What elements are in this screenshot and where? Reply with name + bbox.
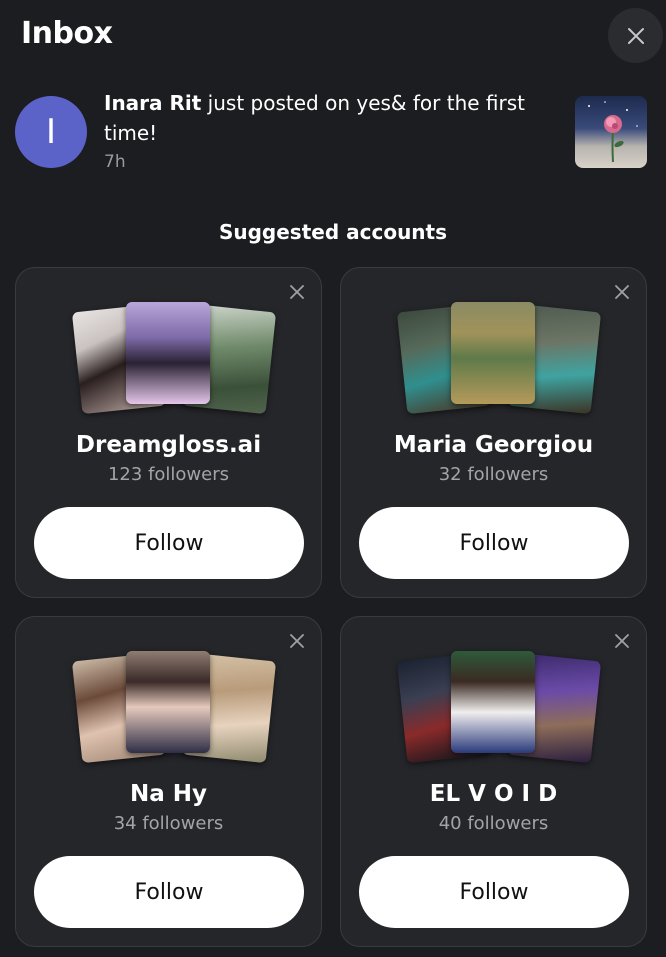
follow-button[interactable]: Follow — [34, 507, 304, 579]
account-name: EL V O I D — [429, 781, 558, 807]
account-card: EL V O I D 40 followers Follow — [340, 616, 647, 947]
dismiss-button[interactable] — [287, 631, 307, 651]
account-card: Na Hy 34 followers Follow — [15, 616, 322, 947]
notification-text: Inara Rit just posted on yes& for the fi… — [104, 88, 564, 148]
post-thumbnail[interactable] — [575, 96, 647, 168]
account-card: Dreamgloss.ai 123 followers Follow — [15, 267, 322, 598]
dismiss-button[interactable] — [287, 282, 307, 302]
notification-item[interactable]: I Inara Rit just posted on yes& for the … — [15, 88, 651, 178]
preview-images — [71, 651, 277, 764]
close-icon — [627, 27, 644, 44]
close-icon — [615, 634, 629, 648]
preview-images — [396, 651, 602, 764]
preview-image — [451, 302, 535, 404]
dismiss-button[interactable] — [612, 631, 632, 651]
follower-count: 32 followers — [438, 464, 549, 485]
close-icon — [290, 285, 304, 299]
section-title: Suggested accounts — [218, 220, 448, 244]
dismiss-button[interactable] — [612, 282, 632, 302]
account-name: Maria Georgiou — [393, 432, 594, 458]
follow-button[interactable]: Follow — [359, 507, 629, 579]
preview-image — [126, 302, 210, 404]
preview-image — [126, 651, 210, 753]
follower-count: 34 followers — [113, 813, 224, 834]
page-title: Inbox — [21, 16, 113, 51]
account-name: Na Hy — [129, 781, 208, 807]
account-name: Dreamgloss.ai — [75, 432, 262, 458]
notification-timestamp: 7h — [104, 152, 126, 172]
close-icon — [615, 285, 629, 299]
preview-images — [396, 302, 602, 415]
follow-button[interactable]: Follow — [34, 856, 304, 928]
close-button[interactable] — [608, 8, 663, 63]
inbox-panel: Inbox I Inara Rit just posted on yes& fo… — [0, 0, 666, 957]
avatar: I — [15, 96, 87, 168]
account-card: Maria Georgiou 32 followers Follow — [340, 267, 647, 598]
close-icon — [290, 634, 304, 648]
follower-count: 123 followers — [107, 464, 230, 485]
notification-actor: Inara Rit — [104, 91, 202, 115]
preview-images — [71, 302, 277, 415]
preview-image — [451, 651, 535, 753]
follower-count: 40 followers — [438, 813, 549, 834]
follow-button[interactable]: Follow — [359, 856, 629, 928]
